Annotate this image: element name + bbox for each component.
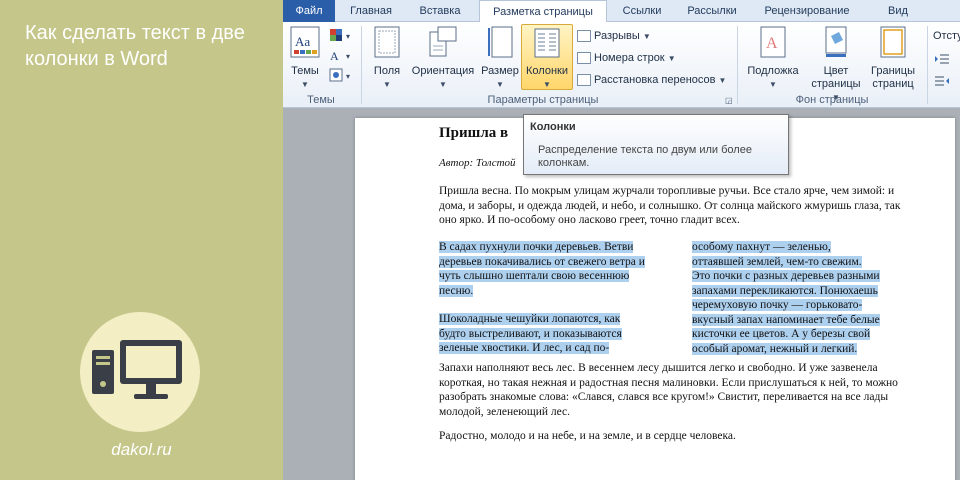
page-borders-icon (865, 26, 921, 62)
ribbon: Aa Темы ▼ ▾ A ▾ ▾ Темы Поля ▼ Ориентация ▼ (283, 22, 960, 108)
size-label: Размер (481, 65, 519, 77)
svg-text:Aa: Aa (295, 34, 310, 49)
document-title: Пришла в (439, 125, 509, 141)
watermark-icon: A (743, 26, 803, 62)
word-window: Файл Главная Вставка Разметка страницы С… (283, 0, 960, 480)
margins-button[interactable]: Поля ▼ (367, 26, 407, 91)
breaks-button[interactable]: Разрывы ▼ (577, 28, 651, 44)
indent-left-icon[interactable] (935, 52, 949, 70)
page-setup-launcher-icon[interactable]: ◲ (725, 96, 733, 105)
indent-right-icon[interactable] (935, 74, 949, 92)
group-separator (737, 26, 738, 104)
hyphenation-icon (577, 74, 591, 87)
svg-text:A: A (766, 35, 778, 52)
ribbon-tabs: Файл Главная Вставка Разметка страницы С… (283, 0, 960, 23)
tab-home[interactable]: Главная (339, 0, 403, 22)
group-separator (927, 26, 928, 104)
size-button[interactable]: Размер ▼ (479, 26, 521, 91)
document-paragraph: Радостно, молодо и на небе, и на земле, … (439, 430, 736, 442)
hyphenation-button[interactable]: Расстановка переносов ▼ (577, 72, 726, 88)
breaks-icon (577, 30, 591, 43)
breaks-label: Разрывы (594, 30, 640, 42)
themes-label: Темы (291, 65, 319, 77)
tab-page-layout[interactable]: Разметка страницы (479, 0, 607, 23)
columns-tooltip: Колонки Распределение текста по двум или… (523, 114, 789, 175)
themes-button[interactable]: Aa Темы ▼ (287, 26, 323, 91)
document-paragraph: Пришла весна. По мокрым улицам журчали т… (439, 185, 901, 226)
margins-label: Поля (373, 65, 401, 77)
tab-references[interactable]: Ссылки (615, 0, 669, 22)
tab-view[interactable]: Вид (877, 0, 919, 22)
theme-effects-icon[interactable]: ▾ (329, 68, 355, 87)
watermark-label: Подложка (747, 65, 799, 77)
svg-text:A: A (330, 49, 339, 62)
group-label-page-setup: Параметры страницы (487, 94, 599, 106)
theme-fonts-icon[interactable]: A ▾ (329, 48, 355, 67)
size-icon (479, 26, 521, 62)
page-borders-button[interactable]: Границы страниц (865, 26, 921, 91)
site-name: dakol.ru (111, 440, 172, 459)
tab-review[interactable]: Рецензирование (757, 0, 857, 22)
theme-colors-icon[interactable]: ▾ (329, 28, 355, 47)
group-label-page-background: Фон страницы (795, 94, 869, 106)
indent-label: Отсту (933, 30, 960, 42)
tab-insert[interactable]: Вставка (409, 0, 471, 22)
tooltip-title: Колонки (530, 121, 576, 133)
orientation-label: Ориентация (411, 65, 475, 77)
orientation-icon (407, 26, 479, 62)
watermark-button[interactable]: A Подложка ▼ (743, 26, 803, 91)
svg-text:▾: ▾ (346, 72, 350, 81)
columns-icon (522, 28, 572, 62)
line-numbers-button[interactable]: Номера строк ▼ (577, 50, 676, 66)
document-paragraph: Запахи наполняют весь лес. В весеннем ле… (439, 362, 898, 418)
selected-text: Шоколадные чешуйки лопаются, как будто в… (439, 313, 622, 354)
computer-logo-icon (80, 312, 200, 432)
hyphenation-label: Расстановка переносов (594, 74, 716, 86)
text-column-2: особому пахнут — зеленью, оттаявшей земл… (692, 240, 882, 370)
document-author: Автор: Толстой (439, 157, 516, 169)
text-column-1: В садах пухнули почки деревьев. Ветви де… (439, 240, 649, 370)
tab-file[interactable]: Файл (283, 0, 335, 22)
selected-text: В садах пухнули почки деревьев. Ветви де… (439, 241, 645, 297)
group-label-themes: Темы (307, 94, 335, 106)
group-separator (361, 26, 362, 104)
page-borders-label: Границы страниц (871, 65, 915, 90)
margins-icon (367, 26, 407, 62)
promo-title: Как сделать текст в две колонки в Word (25, 22, 245, 70)
columns-button[interactable]: Колонки ▼ (521, 24, 573, 90)
promo-panel: Как сделать текст в две колонки в Word d… (0, 0, 283, 480)
line-numbers-icon (577, 52, 591, 65)
tab-mailings[interactable]: Рассылки (677, 0, 747, 22)
page-color-button[interactable]: Цвет страницы ▼ (807, 26, 865, 104)
columns-label: Колонки (526, 65, 568, 77)
themes-icon: Aa (287, 26, 323, 62)
line-numbers-label: Номера строк (594, 52, 665, 64)
tooltip-description: Распределение текста по двум или более к… (538, 144, 752, 169)
orientation-button[interactable]: Ориентация ▼ (407, 26, 479, 91)
svg-text:▾: ▾ (346, 52, 350, 61)
selected-text: особому пахнут — зеленью, оттаявшей земл… (692, 241, 880, 355)
svg-text:▾: ▾ (346, 32, 350, 41)
page-color-icon (807, 26, 865, 62)
